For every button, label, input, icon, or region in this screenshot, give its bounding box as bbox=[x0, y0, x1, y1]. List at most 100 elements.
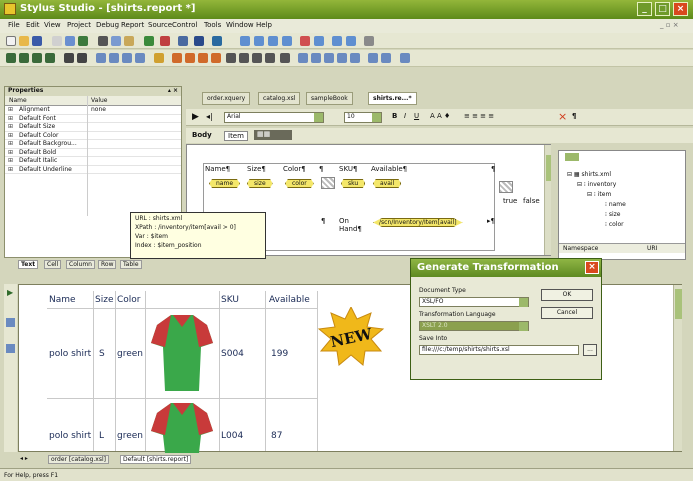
menu-help[interactable]: Help bbox=[256, 21, 272, 29]
play-icon[interactable]: ▶ bbox=[192, 112, 199, 122]
report-icon-26[interactable] bbox=[368, 53, 378, 63]
font-combo[interactable]: Arial bbox=[224, 112, 324, 123]
col-value[interactable]: Value bbox=[91, 97, 107, 104]
property-row[interactable]: ⊞ Default Color bbox=[5, 132, 181, 140]
doc-tab-shirts[interactable]: shirts.re...* bbox=[368, 92, 417, 105]
field-tag-name[interactable]: name bbox=[209, 179, 241, 188]
tree-node-size[interactable]: ⁝ size bbox=[605, 211, 620, 218]
tool-icon-7[interactable] bbox=[346, 36, 356, 46]
col-name[interactable]: Name bbox=[9, 97, 27, 104]
report-icon-28[interactable] bbox=[400, 53, 410, 63]
field-tag-sku[interactable]: sku bbox=[341, 179, 366, 188]
tool-icon-6[interactable] bbox=[332, 36, 342, 46]
size-combo[interactable]: 10 bbox=[344, 112, 382, 123]
tab-nav-icons[interactable]: ◂ ▸ bbox=[20, 455, 28, 462]
doc-tab-order[interactable]: order.xquery bbox=[202, 92, 251, 105]
report-icon-2[interactable] bbox=[19, 53, 29, 63]
maximize-button[interactable]: □ bbox=[655, 2, 670, 16]
validate-icon[interactable] bbox=[240, 36, 250, 46]
menu-sourcecontrol[interactable]: SourceControl bbox=[148, 21, 197, 29]
doc-type-select[interactable]: XSL/FO bbox=[419, 297, 529, 307]
doc-tab-catalog[interactable]: catalog.xsl bbox=[258, 92, 301, 105]
tree-node-root[interactable]: ⊟ ▦ shirts.xml bbox=[567, 171, 611, 178]
expand-icon[interactable]: ⊞ bbox=[8, 123, 13, 130]
column-divider[interactable] bbox=[87, 96, 88, 216]
report-icon-20[interactable] bbox=[280, 53, 290, 63]
property-row[interactable]: ⊞ Alignment none bbox=[5, 106, 181, 115]
report-icon-11[interactable] bbox=[154, 53, 164, 63]
tool-icon-3[interactable] bbox=[282, 36, 292, 46]
menu-file[interactable]: File bbox=[8, 21, 20, 29]
item-label[interactable]: Item bbox=[224, 131, 248, 141]
header-sku[interactable]: SKU¶ bbox=[339, 165, 357, 173]
tab-row[interactable]: Row bbox=[98, 260, 117, 269]
style-icons[interactable]: A A ♦ bbox=[430, 112, 450, 120]
on-hand-label[interactable]: On Hand¶ bbox=[339, 217, 369, 233]
underline-button[interactable]: U bbox=[414, 112, 419, 120]
xml-icon[interactable] bbox=[178, 36, 188, 46]
copy-icon[interactable] bbox=[111, 36, 121, 46]
header-name[interactable]: Name¶ bbox=[205, 165, 230, 173]
close-button[interactable]: × bbox=[673, 2, 688, 16]
mdi-controls[interactable]: _ ▫ × bbox=[660, 21, 679, 29]
report-icon-5[interactable] bbox=[64, 53, 74, 63]
property-row[interactable]: ⊞ Default Size bbox=[5, 123, 181, 132]
report-icon-10[interactable] bbox=[135, 53, 145, 63]
browse-button[interactable]: ... bbox=[583, 344, 597, 356]
report-icon-23[interactable] bbox=[324, 53, 334, 63]
cut-icon[interactable] bbox=[98, 36, 108, 46]
refresh-icon[interactable]: ▶ bbox=[7, 288, 13, 297]
dropdown-icon[interactable] bbox=[519, 322, 528, 331]
report-icon-21[interactable] bbox=[298, 53, 308, 63]
schema-toolbar-icon[interactable] bbox=[565, 153, 579, 161]
true-label[interactable]: true bbox=[503, 197, 517, 205]
menu-project[interactable]: Project bbox=[67, 21, 91, 29]
paragraph-icons[interactable]: ≡ ≡ ≡ ≡ bbox=[464, 112, 494, 120]
menu-report[interactable]: Report bbox=[121, 21, 144, 29]
tab-default-shirts[interactable]: Default [shirts.report] bbox=[120, 455, 192, 464]
header-end[interactable]: ¶ bbox=[491, 165, 495, 173]
header-image[interactable]: ¶ bbox=[319, 165, 323, 173]
header-size[interactable]: Size¶ bbox=[247, 165, 266, 173]
property-row[interactable]: ⊞ Default Underline bbox=[5, 166, 181, 174]
menu-window[interactable]: Window bbox=[226, 21, 254, 29]
ok-button[interactable]: OK bbox=[541, 289, 593, 301]
tool-icon-5[interactable] bbox=[314, 36, 324, 46]
condition-icon[interactable] bbox=[499, 181, 513, 193]
pilcrow-button[interactable]: ¶ bbox=[572, 112, 576, 120]
expand-icon[interactable]: ⊞ bbox=[8, 157, 13, 164]
body-label[interactable]: Body bbox=[192, 131, 212, 139]
tool-icon-1[interactable] bbox=[254, 36, 264, 46]
field-tag-size[interactable]: size bbox=[247, 179, 273, 188]
minimize-button[interactable]: _ bbox=[637, 2, 652, 16]
field-tag-avail[interactable]: avail bbox=[373, 179, 402, 188]
dropdown-icon[interactable] bbox=[519, 298, 528, 307]
expand-icon[interactable]: ⊞ bbox=[8, 140, 13, 147]
report-icon-24[interactable] bbox=[337, 53, 347, 63]
report-icon-17[interactable] bbox=[239, 53, 249, 63]
print-icon[interactable] bbox=[52, 36, 62, 46]
false-label[interactable]: false bbox=[523, 197, 540, 205]
save-into-field[interactable]: file:///c:/temp/shirts/shirts.xsl bbox=[419, 345, 579, 355]
dropdown-icon[interactable] bbox=[314, 113, 323, 122]
delete-icon[interactable]: × bbox=[558, 110, 567, 123]
tree-node-name[interactable]: ⁝ name bbox=[605, 201, 626, 208]
tree-node-color[interactable]: ⁝ color bbox=[605, 221, 624, 228]
cancel-button[interactable]: Cancel bbox=[541, 307, 593, 319]
new-icon[interactable] bbox=[6, 36, 16, 46]
report-icon-1[interactable] bbox=[6, 53, 16, 63]
tab-table[interactable]: Table bbox=[120, 260, 142, 269]
doc-tab-samplebook[interactable]: sampleBook bbox=[306, 92, 353, 105]
canvas-vscrollbar[interactable] bbox=[544, 145, 551, 255]
print-preview-icon[interactable] bbox=[6, 344, 15, 353]
tool-icon-2[interactable] bbox=[268, 36, 278, 46]
field-tag-color[interactable]: color bbox=[285, 179, 314, 188]
report-icon-27[interactable] bbox=[381, 53, 391, 63]
tree-node-item[interactable]: ⊟ ⁝ item bbox=[587, 191, 611, 198]
tab-order-catalog[interactable]: order [catalog.xsl] bbox=[48, 455, 109, 464]
expand-icon[interactable]: ⊞ bbox=[8, 106, 13, 113]
save-icon[interactable] bbox=[32, 36, 42, 46]
dialog-close-icon[interactable]: × bbox=[585, 261, 599, 274]
report-icon-3[interactable] bbox=[32, 53, 42, 63]
expand-icon[interactable]: ⊞ bbox=[8, 115, 13, 122]
